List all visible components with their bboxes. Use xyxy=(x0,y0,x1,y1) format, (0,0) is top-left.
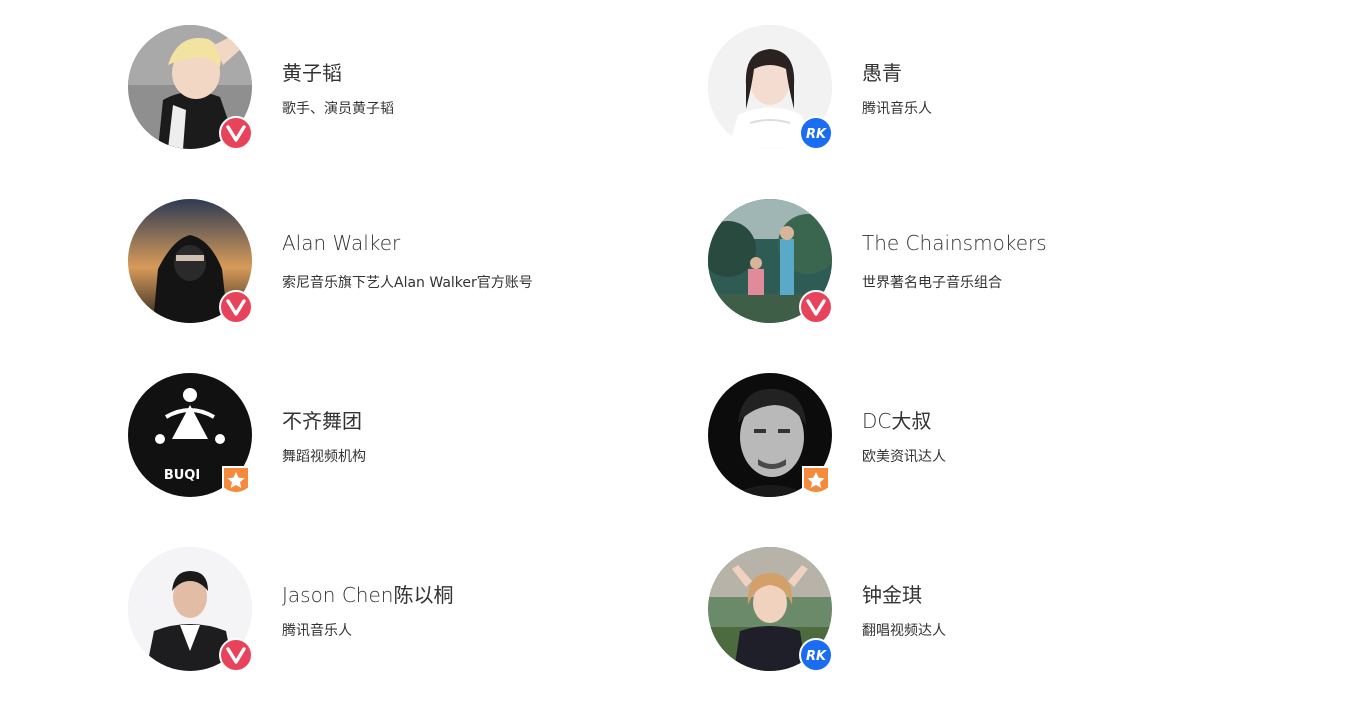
avatar-wrap[interactable] xyxy=(708,199,833,324)
artist-card[interactable]: Jason Chen陈以桐 腾讯音乐人 xyxy=(128,547,688,677)
artist-name[interactable]: Jason Chen陈以桐 xyxy=(282,579,453,608)
artist-name[interactable]: 不齐舞团 xyxy=(282,405,362,434)
artist-description: 腾讯音乐人 xyxy=(862,101,932,117)
artist-description: 世界著名电子音乐组合 xyxy=(862,275,1002,291)
artist-description: 索尼音乐旗下艺人Alan Walker官方账号 xyxy=(282,275,533,291)
artist-description: 舞蹈视频机构 xyxy=(282,449,366,465)
v-badge-icon xyxy=(219,290,253,324)
artist-name[interactable]: The Chainsmokers xyxy=(862,231,1047,255)
artist-card[interactable]: DC大叔 欧美资讯达人 xyxy=(708,373,1268,503)
artist-card[interactable]: 黄子韬 歌手、演员黄子韬 xyxy=(128,25,688,155)
artist-card[interactable]: RK 愚青 腾讯音乐人 xyxy=(708,25,1268,155)
avatar-wrap[interactable] xyxy=(128,199,253,324)
artist-description: 腾讯音乐人 xyxy=(282,623,352,639)
artist-name[interactable]: 愚青 xyxy=(862,57,902,86)
artist-name[interactable]: DC大叔 xyxy=(862,405,931,434)
avatar-wrap[interactable]: BUQI xyxy=(128,373,252,497)
artist-description: 欧美资讯达人 xyxy=(862,449,946,465)
svg-text:RK: RK xyxy=(806,649,827,664)
artist-card[interactable]: Alan Walker 索尼音乐旗下艺人Alan Walker官方账号 xyxy=(128,199,688,329)
v-badge-icon xyxy=(799,290,833,324)
buqi-logo-text: BUQI xyxy=(164,468,200,483)
tme-badge-icon: RK xyxy=(799,116,833,150)
v-badge-icon xyxy=(219,116,253,150)
v-badge-icon xyxy=(219,638,253,672)
avatar-wrap[interactable] xyxy=(708,373,832,497)
tme-badge-icon: RK xyxy=(799,638,833,672)
avatar-wrap[interactable]: RK xyxy=(708,25,833,150)
avatar-wrap[interactable] xyxy=(128,547,253,672)
artist-grid: 黄子韬 歌手、演员黄子韬 RK 愚青 腾讯音乐人 Alan Walker 索尼音… xyxy=(0,0,1353,728)
star-badge-icon xyxy=(219,464,253,498)
artist-card[interactable]: The Chainsmokers 世界著名电子音乐组合 xyxy=(708,199,1268,329)
artist-name[interactable]: 钟金琪 xyxy=(862,579,922,608)
avatar-wrap[interactable]: RK xyxy=(708,547,833,672)
artist-card[interactable]: BUQI 不齐舞团 舞蹈视频机构 xyxy=(128,373,688,503)
star-badge-icon xyxy=(799,464,833,498)
avatar-wrap[interactable] xyxy=(128,25,253,150)
artist-description: 翻唱视频达人 xyxy=(862,623,946,639)
artist-description: 歌手、演员黄子韬 xyxy=(282,101,394,117)
svg-text:RK: RK xyxy=(806,127,827,142)
artist-card[interactable]: RK 钟金琪 翻唱视频达人 xyxy=(708,547,1268,677)
artist-name[interactable]: 黄子韬 xyxy=(282,57,342,86)
artist-name[interactable]: Alan Walker xyxy=(282,231,400,255)
